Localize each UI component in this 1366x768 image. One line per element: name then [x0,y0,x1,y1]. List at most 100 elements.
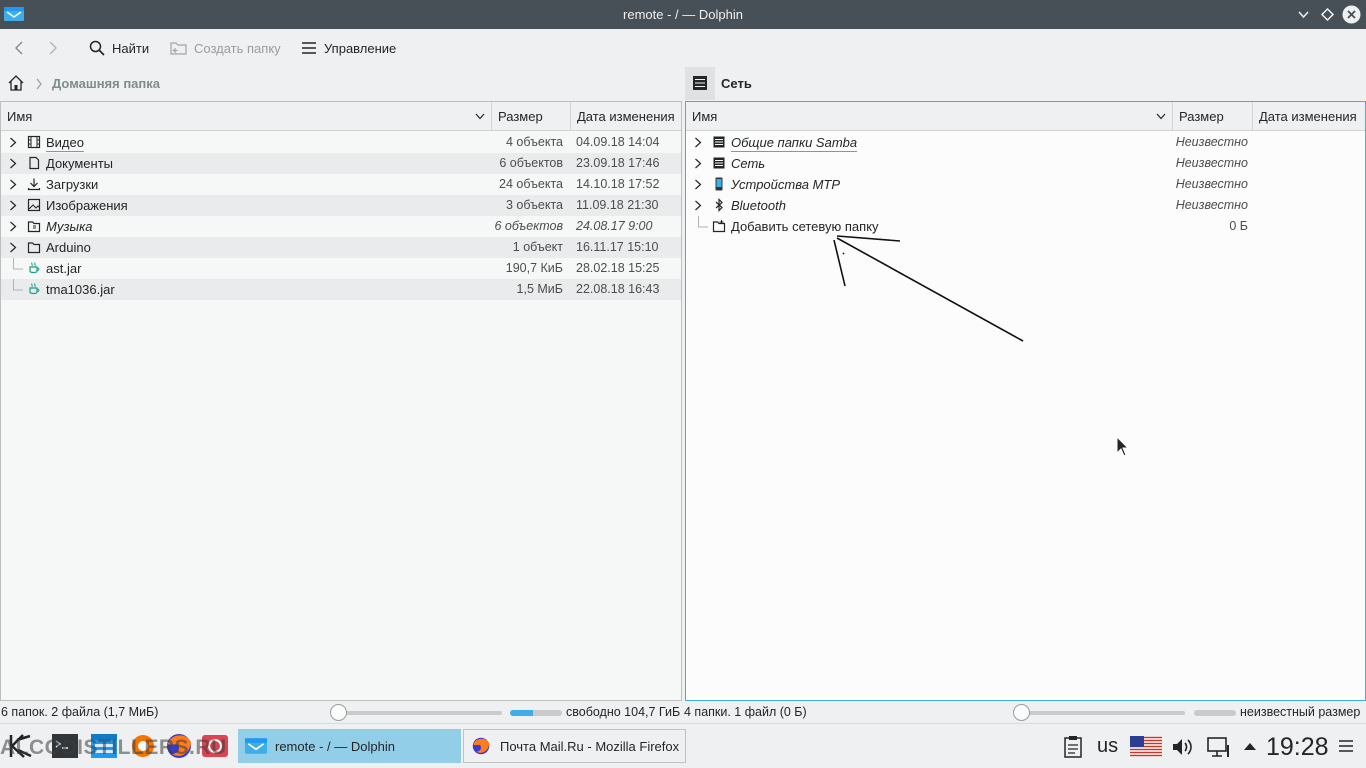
minimize-icon[interactable] [1294,5,1313,24]
find-label: Найти [112,40,150,56]
file-size: 190,7 КиБ [505,261,563,275]
file-row[interactable]: Arduino 1 объект 16.11.17 15:10 [1,237,681,258]
toolbar: Найти Создать папку Управление [0,29,1366,67]
file-name: Добавить сетевую папку [731,219,879,234]
file-name: tma1036.jar [46,282,115,297]
back-button[interactable] [10,29,28,67]
expand-chevron-icon[interactable] [693,158,703,169]
firefox-icon[interactable] [164,730,194,762]
panel-menu-icon[interactable] [1338,739,1354,753]
file-row[interactable]: Загрузки 24 объекта 14.10.18 17:52 [1,174,681,195]
file-size: 6 объектов [494,219,564,233]
file-manager-icon[interactable] [89,730,119,762]
column-size[interactable]: Размер [1173,102,1253,131]
file-row[interactable]: Bluetooth Неизвестно [686,195,1365,216]
expand-chevron-icon[interactable] [8,158,18,169]
music-folder-icon [27,221,41,233]
left-zoom-slider[interactable] [338,711,502,715]
us-flag-icon[interactable] [1130,736,1162,757]
java-icon [29,262,40,274]
expand-chevron-icon[interactable] [8,179,18,190]
file-date: 24.08.17 9:00 [576,219,653,233]
create-folder-button[interactable]: Создать папку [170,29,281,67]
left-pane: Домашняя папка Имя Размер Дата изменения… [0,67,682,701]
terminal-icon[interactable] [50,730,80,762]
expand-chevron-icon[interactable] [8,200,18,211]
home-icon[interactable] [7,74,25,92]
file-row[interactable]: Сеть Неизвестно [686,153,1365,174]
task-firefox-label: Почта Mail.Ru - Mozilla Firefox [500,738,680,754]
file-row[interactable]: Документы 6 объектов 23.09.18 17:46 [1,153,681,174]
keyboard-layout[interactable]: us [1097,735,1118,758]
tree-line-icon [13,279,23,291]
right-file-view[interactable]: Имя Размер Дата изменения Общие папки Sa… [685,101,1366,701]
settings-gear-icon[interactable] [128,730,158,762]
new-folder-icon [170,42,187,55]
left-file-view[interactable]: Имя Размер Дата изменения Видео 4 объекта… [0,101,682,701]
file-size: Неизвестно [1175,135,1248,149]
network-server-icon [713,157,725,169]
file-row[interactable]: tma1036.jar 1,5 МиБ 22.08.18 16:43 [1,279,681,300]
breadcrumb-network[interactable]: Сеть [721,76,752,91]
network-location-button[interactable] [685,67,715,100]
maximize-icon[interactable] [1318,5,1337,24]
column-size[interactable]: Размер [492,102,571,131]
expand-chevron-icon[interactable] [8,137,18,148]
file-name: Сеть [731,156,766,171]
file-name: Bluetooth [731,198,786,213]
expand-chevron-icon[interactable] [693,179,703,190]
column-name-label: Имя [7,109,33,124]
right-pane: Сеть Имя Размер Дата изменения Общие пап… [685,67,1366,701]
tray-expand-arrow-icon[interactable] [1243,741,1257,751]
hamburger-menu-icon [302,42,316,54]
expand-chevron-icon[interactable] [8,221,18,232]
file-name: Arduino [46,240,91,255]
right-zoom-slider[interactable] [1021,711,1185,715]
file-size: 1,5 МиБ [516,282,563,296]
find-button[interactable]: Найти [88,29,149,67]
task-firefox[interactable]: Почта Mail.Ru - Mozilla Firefox [463,729,686,763]
volume-icon[interactable] [1170,735,1194,759]
file-date: 22.08.18 16:43 [576,282,660,296]
document-icon [29,156,40,170]
column-date[interactable]: Дата изменения [571,102,681,131]
file-row[interactable]: Изображения 3 объекта 11.09.18 21:30 [1,195,681,216]
right-zoom-slider-handle[interactable] [1013,704,1030,721]
status-bar: 6 папок. 2 файла (1,7 МиБ) свободно 104,… [0,701,1366,723]
task-dolphin[interactable]: remote - / — Dolphin [238,729,461,763]
column-date[interactable]: Дата изменения [1253,102,1365,131]
left-status-text: 6 папок. 2 файла (1,7 МиБ) [1,705,159,719]
file-size: 0 Б [1229,219,1248,233]
clipboard-icon[interactable] [1062,735,1084,759]
close-icon[interactable] [1342,5,1361,24]
left-column-header: Имя Размер Дата изменения [1,102,681,131]
file-row[interactable]: Видео 4 объекта 04.09.18 14:04 [1,132,681,153]
task-dolphin-label: remote - / — Dolphin [275,738,395,754]
title-bar: remote - / — Dolphin [0,0,1366,29]
file-row[interactable]: Общие папки Samba Неизвестно [686,132,1365,153]
kde-application-menu-icon[interactable] [6,730,36,762]
breadcrumb-home[interactable]: Домашняя папка [52,76,160,91]
column-name[interactable]: Имя [1,102,492,131]
left-zoom-slider-handle[interactable] [330,704,347,721]
right-size-text: неизвестный размер [1240,705,1361,719]
app-launcher-icon[interactable] [200,730,230,762]
file-row[interactable]: Устройства MTP Неизвестно [686,174,1365,195]
clock[interactable]: 19:28 [1266,733,1329,762]
file-row[interactable]: Добавить сетевую папку 0 Б [686,216,1365,237]
expand-chevron-icon[interactable] [693,137,703,148]
sort-chevron-down-icon [475,113,485,120]
file-row[interactable]: Музыка 6 объектов 24.08.17 9:00 [1,216,681,237]
network-connection-icon[interactable] [1206,735,1232,759]
expand-chevron-icon[interactable] [8,242,18,253]
chevron-right-icon [36,78,42,90]
left-location-bar: Домашняя папка [0,67,682,100]
search-icon [89,40,105,56]
forward-button[interactable] [44,29,62,67]
file-date: 11.09.18 21:30 [576,198,659,212]
file-row[interactable]: ast.jar 190,7 КиБ 28.02.18 15:25 [1,258,681,279]
control-menu-button[interactable]: Управление [300,29,396,67]
download-icon [27,178,41,191]
expand-chevron-icon[interactable] [693,200,703,211]
column-name[interactable]: Имя [686,102,1173,131]
